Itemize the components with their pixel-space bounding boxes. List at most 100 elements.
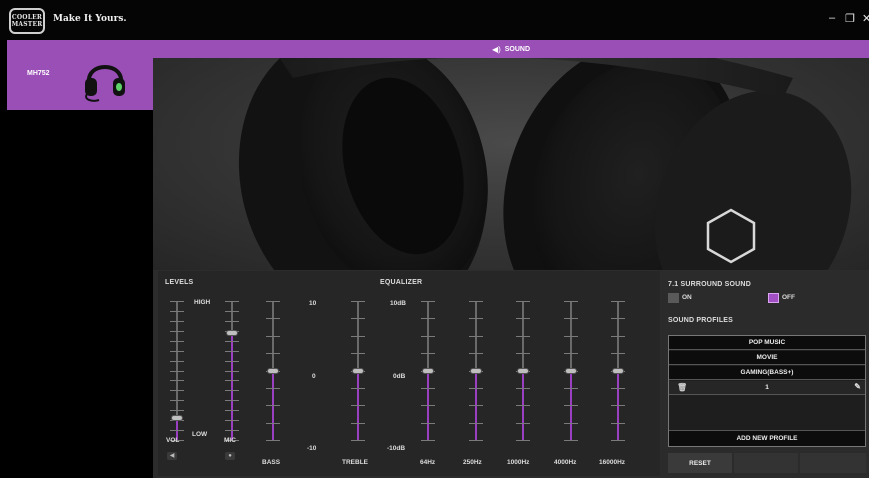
- slider-tick: [266, 301, 280, 302]
- slider-knob[interactable]: [226, 330, 238, 336]
- slider-tick: [351, 301, 365, 302]
- trash-icon[interactable]: 🗑: [677, 383, 687, 392]
- tab-sound-label: SOUND: [504, 45, 531, 53]
- slider-fill: [272, 371, 274, 441]
- surround-on-checkbox[interactable]: [668, 293, 679, 303]
- slider-tick: [564, 318, 578, 319]
- slider-tick: [421, 318, 435, 319]
- eq-band-64hz-slider[interactable]: [421, 301, 435, 441]
- slider-knob[interactable]: [267, 368, 279, 374]
- slider-knob[interactable]: [352, 368, 364, 374]
- reset-button[interactable]: RESET: [668, 453, 732, 473]
- pencil-icon[interactable]: ✎: [854, 382, 861, 391]
- slider-tick: [266, 405, 280, 406]
- slider-tick: [564, 353, 578, 354]
- profile-item[interactable]: GAMING(BASS+): [669, 366, 865, 380]
- slider-knob[interactable]: [517, 368, 529, 374]
- slider-tick: [611, 336, 625, 337]
- eq-band-4000hz-slider[interactable]: [564, 301, 578, 441]
- eq-scale-mid: 0dB: [393, 373, 406, 380]
- slider-tick: [170, 311, 184, 312]
- levels-low-label: LOW: [192, 431, 208, 438]
- slider-tick: [170, 390, 184, 391]
- slider-tick: [170, 321, 184, 322]
- surround-and-profiles: 7.1 SURROUND SOUND ON OFF SOUND PROFILES…: [660, 271, 866, 476]
- slider-tick: [266, 318, 280, 319]
- logo-line-1: COOLER: [11, 14, 43, 21]
- profile-item[interactable]: POP MUSIC: [669, 336, 865, 350]
- slider-tick: [611, 423, 625, 424]
- slider-tick: [611, 440, 625, 441]
- levels-title: LEVELS: [165, 279, 194, 286]
- slider-knob[interactable]: [612, 368, 624, 374]
- tone-scale-bottom: -10: [307, 445, 317, 452]
- slider-tick: [351, 353, 365, 354]
- slider-knob[interactable]: [565, 368, 577, 374]
- slider-tick: [170, 341, 184, 342]
- slider-knob[interactable]: [470, 368, 482, 374]
- slider-tick: [564, 440, 578, 441]
- maximize-button[interactable]: ❐: [845, 12, 855, 25]
- logo-line-2: MASTER: [11, 21, 43, 28]
- slider-tick: [564, 405, 578, 406]
- slider-tick: [564, 423, 578, 424]
- minimize-button[interactable]: –: [829, 12, 835, 24]
- eq-band-16000hz-slider-label: 16000Hz: [599, 459, 626, 466]
- slider-tick: [225, 380, 239, 381]
- slider-tick: [469, 423, 483, 424]
- slider-tick: [564, 301, 578, 302]
- app-tagline: Make It Yours.: [53, 14, 127, 24]
- slider-tick: [469, 440, 483, 441]
- close-button[interactable]: ✕: [862, 12, 869, 25]
- eq-band-1000hz-slider[interactable]: [516, 301, 530, 441]
- slider-tick: [516, 440, 530, 441]
- device-card-mh752[interactable]: MH752: [7, 40, 153, 110]
- vol-slider[interactable]: [170, 301, 184, 441]
- slider-tick: [351, 318, 365, 319]
- surround-off-checkbox[interactable]: [768, 293, 779, 303]
- slider-tick: [266, 423, 280, 424]
- slider-tick: [516, 353, 530, 354]
- eq-band-250hz-slider[interactable]: [469, 301, 483, 441]
- sound-profiles-list: POP MUSIC MOVIE GAMING(BASS+) 🗑 1 ✎ ADD …: [668, 335, 866, 447]
- vol-slider-label: VOL: [166, 437, 180, 444]
- slider-fill: [427, 371, 429, 441]
- tone-scale-top: 10: [309, 300, 317, 307]
- slider-tick: [611, 405, 625, 406]
- treble-slider[interactable]: [351, 301, 365, 441]
- speaker-icon[interactable]: ◀: [167, 452, 177, 460]
- slider-tick: [266, 440, 280, 441]
- profile-item-editing[interactable]: 🗑 1 ✎: [669, 381, 865, 395]
- slider-tick: [170, 410, 184, 411]
- main-area: ◀) SOUND LEVELS HIGH LOW EQUALIZER 10 0 …: [153, 40, 869, 478]
- slider-tick: [611, 353, 625, 354]
- slider-tick: [469, 353, 483, 354]
- slider-knob[interactable]: [171, 415, 183, 421]
- bass-slider[interactable]: [266, 301, 280, 441]
- slider-tick: [421, 388, 435, 389]
- surround-on-label: ON: [682, 294, 692, 301]
- slider-tick: [225, 371, 239, 372]
- slider-fill: [357, 371, 359, 441]
- mic-slider-label: MIC: [224, 437, 236, 444]
- eq-band-16000hz-slider[interactable]: [611, 301, 625, 441]
- bass-slider-label: BASS: [262, 459, 281, 466]
- slider-knob[interactable]: [422, 368, 434, 374]
- slider-tick: [170, 331, 184, 332]
- slider-tick: [516, 405, 530, 406]
- slider-tick: [170, 371, 184, 372]
- sound-profiles-title: SOUND PROFILES: [668, 317, 734, 324]
- add-new-profile-button[interactable]: ADD NEW PROFILE: [669, 430, 865, 446]
- mic-slider[interactable]: [225, 301, 239, 441]
- slider-tick: [516, 318, 530, 319]
- slider-tick: [225, 311, 239, 312]
- profile-item[interactable]: MOVIE: [669, 351, 865, 365]
- slider-tick: [225, 430, 239, 431]
- eq-scale-top: 10dB: [390, 300, 406, 307]
- slider-tick: [266, 388, 280, 389]
- slider-tick: [469, 405, 483, 406]
- slider-tick: [564, 336, 578, 337]
- profile-name-input[interactable]: 1: [765, 384, 769, 391]
- tab-sound[interactable]: ◀) SOUND: [153, 40, 869, 58]
- mic-icon[interactable]: ●: [225, 452, 235, 460]
